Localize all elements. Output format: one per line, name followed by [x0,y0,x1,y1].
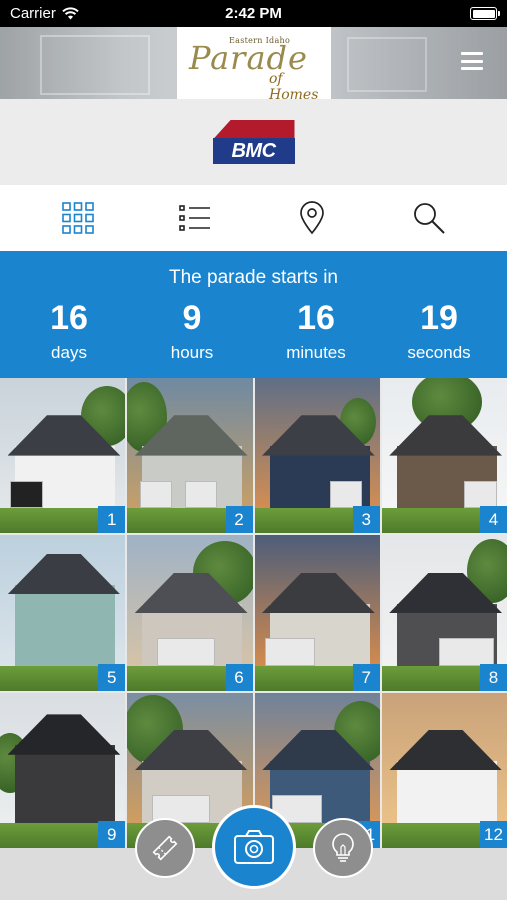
home-tile[interactable]: 1 [0,378,126,534]
parade-logo[interactable]: Eastern Idaho Parade of Homes [177,27,331,99]
countdown-unit: minutes [286,343,346,362]
countdown-minutes: 16 minutes [256,297,376,363]
home-number: 12 [480,820,507,848]
home-number: 8 [480,663,507,691]
sponsor-logo: BMC [212,120,295,164]
home-number: 9 [98,820,126,848]
camera-icon [234,830,274,864]
countdown-unit: days [51,343,87,362]
home-number: 2 [225,506,253,534]
home-number: 1 [98,506,126,534]
map-view-button[interactable] [292,198,332,238]
list-view-icon [179,205,211,231]
home-tile[interactable]: 5 [0,535,126,691]
app-header: Eastern Idaho Parade of Homes [0,27,507,99]
home-tile[interactable]: 6 [127,535,253,691]
countdown-hours: 9 hours [132,297,252,363]
hamburger-menu-icon[interactable] [461,52,483,70]
home-tile[interactable]: 7 [254,535,380,691]
battery-icon [470,7,500,20]
status-bar: Carrier 2:42 PM [0,0,507,27]
ticket-button[interactable] [135,818,195,878]
sponsor-banner[interactable]: BMC [0,99,507,185]
countdown-days: 16 days [9,297,129,363]
home-tile[interactable]: 3 [254,378,380,534]
view-toolbar [0,185,507,251]
home-tile[interactable]: 12 [381,692,507,848]
camera-button[interactable] [212,805,296,889]
home-tile[interactable]: 9 [0,692,126,848]
home-tile[interactable]: 4 [381,378,507,534]
countdown-unit: hours [170,343,214,362]
countdown-title: The parade starts in [169,267,338,288]
home-number: 3 [352,506,380,534]
map-pin-icon [300,201,324,235]
home-grid: 1 2 3 4 5 6 7 8 9 12 [0,378,507,848]
home-number: 7 [352,663,380,691]
carrier-info: Carrier [10,5,79,22]
search-button[interactable] [409,198,449,238]
countdown-value: 19 [420,299,458,337]
lightbulb-icon [332,833,354,862]
grid-view-button[interactable] [58,198,98,238]
home-number: 4 [480,506,507,534]
countdown-value: 16 [50,299,88,337]
wifi-icon [62,7,79,20]
carrier-label: Carrier [10,5,56,22]
home-tile[interactable]: 8 [381,535,507,691]
home-number: 5 [98,663,126,691]
countdown-value: 9 [182,299,202,337]
countdown-unit: seconds [407,343,471,362]
sponsor-name: BMC [212,138,295,164]
search-icon [413,203,445,234]
ticket-icon [152,835,178,861]
grid-view-icon [62,202,95,234]
home-number: 6 [225,663,253,691]
home-tile[interactable]: 2 [127,378,253,534]
countdown-value: 16 [297,299,335,337]
countdown-seconds: 19 seconds [379,297,499,363]
countdown-panel: The parade starts in 16 days 9 hours 16 … [0,251,507,378]
idea-button[interactable] [313,818,373,878]
list-view-button[interactable] [175,198,215,238]
logo-subtitle-text: of Homes [269,71,319,99]
